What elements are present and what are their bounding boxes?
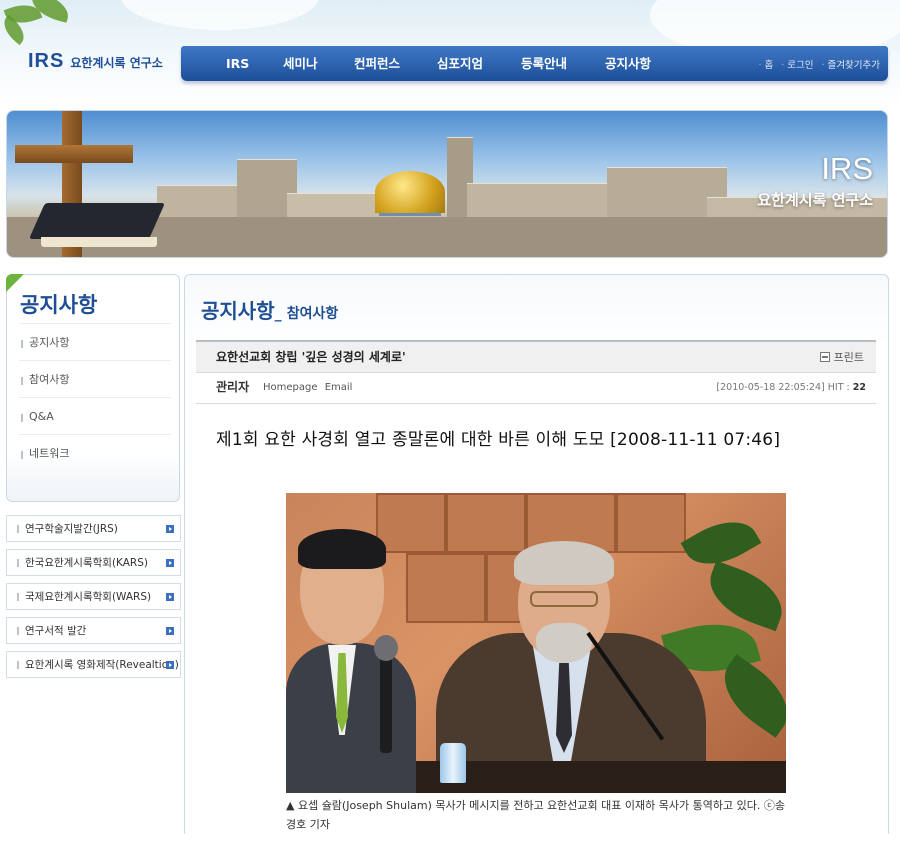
page-title-separator: _ <box>274 306 282 322</box>
post-header: 요한선교회 창립 '깊은 성경의 세계로' 프린트 <box>196 340 876 373</box>
local-navigation: 공지사항 공지사항 참여사항 Q&A 네트워크 <box>6 274 180 502</box>
bible-icon <box>28 203 166 239</box>
post-meta: [2010-05-18 22:05:24] HIT : 22 <box>716 373 866 402</box>
print-button[interactable]: 프린트 <box>819 342 864 373</box>
post-author: 관리자 <box>216 380 250 394</box>
nav-registration[interactable]: 등록안내 <box>521 46 567 81</box>
site-logo[interactable]: IRS 요한계시록 연구소 <box>28 50 163 76</box>
utility-links: 홈 로그인 즐겨찾기추가 <box>758 46 881 81</box>
wall-tile <box>446 493 526 553</box>
wall-tile <box>616 493 686 553</box>
beard <box>536 623 592 663</box>
wall-tile <box>406 553 486 623</box>
hair <box>298 529 386 569</box>
login-link[interactable]: 로그인 <box>781 57 813 71</box>
cross-icon-bar <box>15 145 133 163</box>
nav-conference[interactable]: 컨퍼런스 <box>354 46 400 81</box>
microphone-head <box>374 635 398 661</box>
lnb-item-notice[interactable]: 공지사항 <box>19 323 171 360</box>
email-link[interactable]: Email <box>325 382 353 393</box>
nav-seminar[interactable]: 세미나 <box>283 46 318 81</box>
page-title: 공지사항_ 참여사항 <box>201 295 338 324</box>
quick-link-label: 요한계시록 영화제작(Revealtion) <box>17 652 179 678</box>
quick-link-books[interactable]: 연구서적 발간 <box>6 617 181 644</box>
post-subject: 요한선교회 창립 '깊은 성경의 세계로' <box>216 350 406 364</box>
water-bottle <box>440 743 466 783</box>
author-links: Homepage Email <box>263 373 356 402</box>
quick-link-kars[interactable]: 한국요한계시록학회(KARS) <box>6 549 181 576</box>
arrow-right-icon <box>166 559 174 567</box>
banner-subtitle: 요한계시록 연구소 <box>757 191 873 209</box>
nav-symposium[interactable]: 심포지엄 <box>437 46 483 81</box>
hair <box>514 541 614 585</box>
logo-text: 요한계시록 연구소 <box>70 56 163 70</box>
page-title-main: 공지사항 <box>201 299 275 323</box>
arrow-right-icon <box>166 525 174 533</box>
lnb-title: 공지사항 <box>20 293 98 317</box>
lnb-item-network[interactable]: 네트워크 <box>19 434 171 471</box>
nav-irs[interactable]: IRS <box>226 46 249 81</box>
golden-dome <box>375 171 445 213</box>
photo-caption: ▲ 요셉 슐람(Joseph Shulam) 목사가 메시지를 전하고 요한선교… <box>286 799 785 831</box>
quick-link-label: 연구학술지발간(JRS) <box>17 516 118 542</box>
nav-notice[interactable]: 공지사항 <box>605 46 651 81</box>
arrow-right-icon <box>166 627 174 635</box>
quick-link-label: 국제요한계시록학회(WARS) <box>17 584 151 610</box>
hit-count: 22 <box>852 382 866 393</box>
homepage-link[interactable]: Homepage <box>263 382 318 393</box>
quick-links: 연구학술지발간(JRS) 한국요한계시록학회(KARS) 국제요한계시록학회(W… <box>6 515 181 685</box>
home-link[interactable]: 홈 <box>758 57 774 71</box>
hero-banner: IRS 요한계시록 연구소 <box>6 110 888 258</box>
page-title-sub: 참여사항 <box>286 306 339 322</box>
hit-label: HIT : <box>827 382 850 393</box>
bible-pages <box>41 237 157 247</box>
arrow-right-icon <box>166 661 174 669</box>
logo-mark: IRS <box>28 50 65 72</box>
quick-link-wars[interactable]: 국제요한계시록학회(WARS) <box>6 583 181 610</box>
wall-tile <box>376 493 446 553</box>
lnb-item-participation[interactable]: 참여사항 <box>19 360 171 397</box>
post-info: 관리자 Homepage Email [2010-05-18 22:05:24]… <box>196 373 876 404</box>
glasses <box>530 591 598 607</box>
lnb-list: 공지사항 참여사항 Q&A 네트워크 <box>19 323 171 471</box>
article-title: 제1회 요한 사경회 열고 종말론에 대한 바른 이해 도모 [2008-11-… <box>216 430 781 450</box>
banner-title: IRS <box>821 151 873 186</box>
cloud-decoration <box>120 0 320 30</box>
arrow-right-icon <box>166 593 174 601</box>
bookmark-link[interactable]: 즐겨찾기추가 <box>822 57 880 71</box>
lnb-item-qna[interactable]: Q&A <box>19 397 171 434</box>
quick-link-film[interactable]: 요한계시록 영화제작(Revealtion) <box>6 651 181 678</box>
quick-link-label: 한국요한계시록학회(KARS) <box>17 550 148 576</box>
print-icon <box>819 352 830 362</box>
post-date: [2010-05-18 22:05:24] <box>716 382 825 393</box>
plant-leaf <box>700 560 786 632</box>
article-photo <box>286 493 786 793</box>
podium <box>416 761 786 793</box>
quick-link-label: 연구서적 발간 <box>17 618 86 644</box>
global-navigation: IRS 세미나 컨퍼런스 심포지엄 등록안내 공지사항 홈 로그인 즐겨찾기추가 <box>181 46 888 81</box>
print-label: 프린트 <box>833 351 864 364</box>
quick-link-jrs[interactable]: 연구학술지발간(JRS) <box>6 515 181 542</box>
